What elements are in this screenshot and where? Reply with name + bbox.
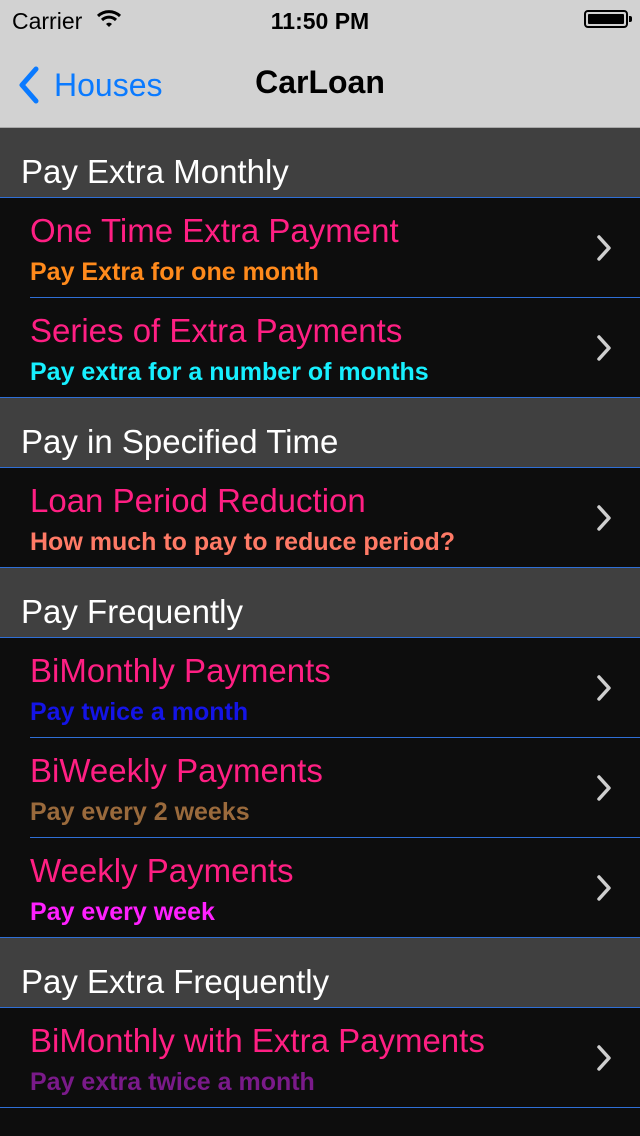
list-item[interactable]: Series of Extra Payments Pay extra for a … xyxy=(0,298,640,398)
chevron-right-icon xyxy=(597,505,611,531)
list-item-title: BiMonthly with Extra Payments xyxy=(30,1022,485,1059)
section-header: Pay Extra Monthly xyxy=(0,128,640,198)
status-bar: Carrier 11:50 PM xyxy=(0,0,640,40)
list-item[interactable]: Loan Period Reduction How much to pay to … xyxy=(0,468,640,568)
list-item-title: BiWeekly Payments xyxy=(30,752,323,789)
list-item-title: BiMonthly Payments xyxy=(30,652,331,689)
section-header: Pay in Specified Time xyxy=(0,398,640,468)
list-item-title: Weekly Payments xyxy=(30,852,294,889)
section-header: Pay Frequently xyxy=(0,568,640,638)
section-header-label: Pay in Specified Time xyxy=(21,423,339,460)
row-separator xyxy=(0,1107,640,1108)
section-header-label: Pay Extra Frequently xyxy=(21,963,330,1000)
list-item-subtitle: How much to pay to reduce period? xyxy=(30,528,456,556)
chevron-right-icon xyxy=(597,875,611,901)
navigation-bar: Houses CarLoan xyxy=(0,40,640,128)
chevron-right-icon xyxy=(597,775,611,801)
list-item-title: Loan Period Reduction xyxy=(30,482,366,519)
page-title: CarLoan xyxy=(255,64,385,100)
clock: 11:50 PM xyxy=(270,8,370,34)
list-item-subtitle: Pay extra for a number of months xyxy=(30,358,429,386)
options-list: Pay Extra Monthly One Time Extra Payment P… xyxy=(0,128,640,1108)
section-header: Pay Extra Frequently xyxy=(0,938,640,1008)
list-item[interactable]: Weekly Payments Pay every week xyxy=(0,838,640,938)
list-item[interactable]: BiWeekly Payments Pay every 2 weeks xyxy=(0,738,640,838)
list-item-subtitle: Pay twice a month xyxy=(30,698,249,726)
chevron-right-icon xyxy=(597,335,611,361)
section-header-label: Pay Extra Monthly xyxy=(21,153,289,190)
list-item-subtitle: Pay extra twice a month xyxy=(30,1068,315,1096)
section-header-label: Pay Frequently xyxy=(21,593,243,630)
chevron-right-icon xyxy=(597,675,611,701)
list-item[interactable]: One Time Extra Payment Pay Extra for one … xyxy=(0,198,640,298)
list-item[interactable]: BiMonthly Payments Pay twice a month xyxy=(0,638,640,738)
list-item[interactable]: BiMonthly with Extra Payments Pay extra t… xyxy=(0,1008,640,1108)
list-item-subtitle: Pay every week xyxy=(30,898,215,926)
chevron-right-icon xyxy=(597,1045,611,1071)
chevron-right-icon xyxy=(597,235,611,261)
list-item-title: Series of Extra Payments xyxy=(30,312,403,349)
battery-icon xyxy=(584,10,632,28)
list-item-title: One Time Extra Payment xyxy=(30,212,399,249)
list-item-subtitle: Pay Extra for one month xyxy=(30,258,319,286)
list-item-subtitle: Pay every 2 weeks xyxy=(30,798,250,826)
